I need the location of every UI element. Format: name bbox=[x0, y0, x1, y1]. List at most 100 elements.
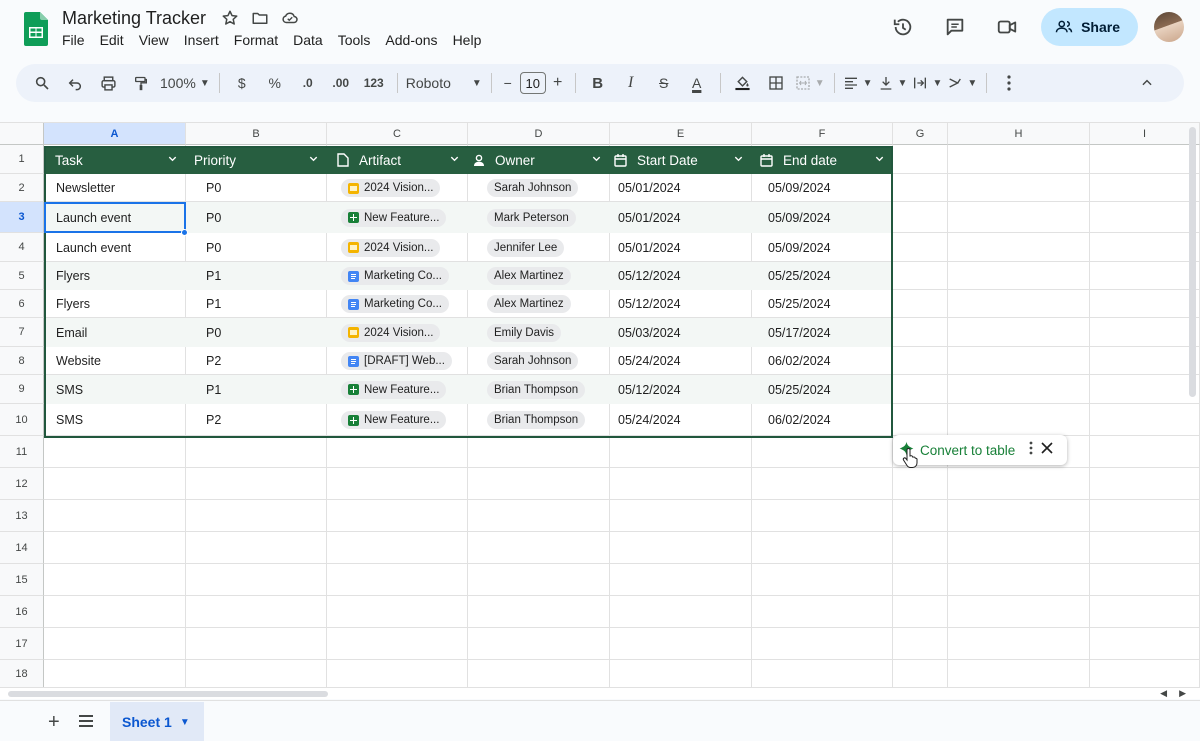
file-chip[interactable]: [DRAFT] Web... bbox=[341, 352, 452, 370]
row-header-9[interactable]: 9 bbox=[0, 375, 44, 404]
text-color-icon[interactable]: A bbox=[683, 69, 711, 97]
column-header-h[interactable]: H bbox=[948, 123, 1090, 145]
column-header-i[interactable]: I bbox=[1090, 123, 1200, 145]
cell-task[interactable]: Newsletter bbox=[56, 174, 186, 202]
cell-start[interactable]: 05/12/2024 bbox=[618, 262, 752, 290]
zoom-select[interactable]: 100% ▼ bbox=[160, 69, 210, 97]
cell-task[interactable]: Launch event bbox=[56, 202, 186, 233]
row-header-5[interactable]: 5 bbox=[0, 262, 44, 290]
table-header-owner[interactable]: Owner bbox=[473, 146, 610, 174]
cell-artifact[interactable]: New Feature... bbox=[341, 202, 468, 233]
horizontal-scrollbar[interactable] bbox=[8, 691, 328, 697]
file-chip[interactable]: New Feature... bbox=[341, 208, 447, 227]
sheet-tab[interactable]: Sheet 1 ▼ bbox=[110, 702, 204, 741]
cell-owner[interactable]: Jennifer Lee bbox=[487, 233, 610, 262]
merge-icon[interactable]: ▼ bbox=[795, 69, 825, 97]
table-header-end-date[interactable]: End date bbox=[760, 146, 893, 174]
chevron-down-icon[interactable]: ▼ bbox=[180, 717, 190, 728]
person-chip[interactable]: Jennifer Lee bbox=[487, 238, 565, 257]
cell-owner[interactable]: Brian Thompson bbox=[487, 375, 610, 404]
comment-icon[interactable] bbox=[937, 9, 973, 45]
file-chip[interactable]: 2024 Vision... bbox=[341, 323, 441, 342]
cell-start[interactable]: 05/24/2024 bbox=[618, 347, 752, 375]
person-chip[interactable]: Sarah Johnson bbox=[487, 179, 579, 197]
bold-button[interactable]: B bbox=[584, 69, 612, 97]
row-header-12[interactable]: 12 bbox=[0, 468, 44, 500]
close-icon[interactable] bbox=[1041, 441, 1053, 459]
menu-insert[interactable]: Insert bbox=[184, 32, 226, 48]
cell-priority[interactable]: P1 bbox=[206, 262, 327, 290]
cell-priority[interactable]: P0 bbox=[206, 233, 327, 262]
cell-artifact[interactable]: Marketing Co... bbox=[341, 262, 468, 290]
table-header-task[interactable]: Task bbox=[55, 146, 186, 174]
cell-owner[interactable]: Alex Martinez bbox=[487, 290, 610, 318]
cell-priority[interactable]: P0 bbox=[206, 318, 327, 347]
column-header-e[interactable]: E bbox=[610, 123, 752, 145]
menu-view[interactable]: View bbox=[139, 32, 176, 48]
align-icon[interactable]: ▼ bbox=[843, 69, 873, 97]
cell-artifact[interactable]: New Feature... bbox=[341, 404, 468, 436]
cell-start[interactable]: 05/01/2024 bbox=[618, 202, 752, 233]
cell-artifact[interactable]: 2024 Vision... bbox=[341, 318, 468, 347]
sheets-logo-icon[interactable] bbox=[24, 12, 48, 46]
row-header-8[interactable]: 8 bbox=[0, 347, 44, 375]
chevron-down-icon[interactable] bbox=[167, 153, 178, 167]
cloud-icon[interactable] bbox=[280, 8, 300, 28]
file-chip[interactable]: Marketing Co... bbox=[341, 295, 449, 313]
currency-format-button[interactable]: $ bbox=[228, 69, 256, 97]
cell-end[interactable]: 05/09/2024 bbox=[768, 233, 893, 262]
row-header-10[interactable]: 10 bbox=[0, 404, 44, 436]
menu-help[interactable]: Help bbox=[453, 32, 489, 48]
column-header-d[interactable]: D bbox=[468, 123, 610, 145]
person-chip[interactable]: Alex Martinez bbox=[487, 267, 571, 285]
row-header-3[interactable]: 3 bbox=[0, 202, 44, 233]
scroll-right-icon[interactable]: ▶ bbox=[1179, 688, 1186, 699]
cell-priority[interactable]: P2 bbox=[206, 347, 327, 375]
column-header-g[interactable]: G bbox=[893, 123, 948, 145]
history-icon[interactable] bbox=[885, 9, 921, 45]
cell-priority[interactable]: P0 bbox=[206, 202, 327, 233]
number-format-button[interactable]: 123 bbox=[360, 69, 388, 97]
percent-format-button[interactable]: % bbox=[261, 69, 289, 97]
cell-artifact[interactable]: 2024 Vision... bbox=[341, 233, 468, 262]
cell-start[interactable]: 05/03/2024 bbox=[618, 318, 752, 347]
file-chip[interactable]: New Feature... bbox=[341, 411, 447, 429]
scroll-left-icon[interactable]: ◀ bbox=[1160, 688, 1167, 699]
chevron-down-icon[interactable] bbox=[449, 153, 460, 167]
person-chip[interactable]: Mark Peterson bbox=[487, 208, 576, 227]
row-header-6[interactable]: 6 bbox=[0, 290, 44, 318]
table-header-priority[interactable]: Priority bbox=[194, 146, 327, 174]
cell-task[interactable]: Launch event bbox=[56, 233, 186, 262]
file-chip[interactable]: Marketing Co... bbox=[341, 267, 449, 285]
cell-end[interactable]: 06/02/2024 bbox=[768, 404, 893, 436]
increase-decimal-button[interactable]: .00 bbox=[327, 69, 355, 97]
cell-end[interactable]: 05/17/2024 bbox=[768, 318, 893, 347]
strikethrough-button[interactable]: S bbox=[650, 69, 678, 97]
table-header-start-date[interactable]: Start Date bbox=[614, 146, 752, 174]
cell-start[interactable]: 05/01/2024 bbox=[618, 233, 752, 262]
font-size-input[interactable]: 10 bbox=[519, 72, 546, 94]
menu-addons[interactable]: Add-ons bbox=[385, 32, 444, 48]
undo-icon[interactable] bbox=[61, 69, 89, 97]
cell-owner[interactable]: Alex Martinez bbox=[487, 262, 610, 290]
file-chip[interactable]: 2024 Vision... bbox=[341, 179, 441, 197]
search-icon[interactable] bbox=[28, 69, 56, 97]
person-chip[interactable]: Emily Davis bbox=[487, 323, 562, 342]
valign-icon[interactable]: ▼ bbox=[878, 69, 907, 97]
sheet-list-icon[interactable] bbox=[78, 714, 94, 733]
column-header-a[interactable]: A bbox=[44, 123, 186, 145]
row-header-1[interactable]: 1 bbox=[0, 145, 44, 174]
cell-artifact[interactable]: Marketing Co... bbox=[341, 290, 468, 318]
decrease-decimal-button[interactable]: .0 bbox=[294, 69, 322, 97]
row-header-11[interactable]: 11 bbox=[0, 436, 44, 468]
cell-start[interactable]: 05/24/2024 bbox=[618, 404, 752, 436]
wrap-icon[interactable]: ▼ bbox=[912, 69, 942, 97]
cell-owner[interactable]: Brian Thompson bbox=[487, 404, 610, 436]
cell-artifact[interactable]: [DRAFT] Web... bbox=[341, 347, 468, 375]
cell-task[interactable]: Email bbox=[56, 318, 186, 347]
row-header-18[interactable]: 18 bbox=[0, 660, 44, 687]
fill-handle[interactable] bbox=[181, 229, 188, 236]
person-chip[interactable]: Brian Thompson bbox=[487, 380, 586, 399]
borders-icon[interactable] bbox=[762, 69, 790, 97]
cell-artifact[interactable]: New Feature... bbox=[341, 375, 468, 404]
